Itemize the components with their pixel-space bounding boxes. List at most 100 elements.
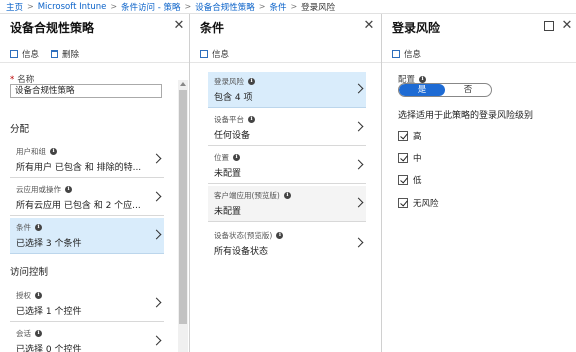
info-icon: i bbox=[65, 186, 72, 193]
breadcrumb-separator-icon: > bbox=[290, 2, 298, 11]
nav-item-label-text: 条件 bbox=[16, 223, 31, 232]
checkbox-medium[interactable] bbox=[398, 153, 408, 163]
nav-item-value: 任何设备 bbox=[214, 131, 251, 141]
breadcrumb-separator-icon: > bbox=[27, 2, 34, 11]
nav-item-label: 客户端应用(预览版) i bbox=[214, 190, 348, 201]
breadcrumb: 主页 > Microsoft Intune > 条件访问 - 策略 > 设备合规… bbox=[0, 0, 576, 14]
conditions-blade-title: 条件 bbox=[200, 21, 225, 35]
info-button-label: 信息 bbox=[212, 49, 230, 60]
chevron-right-icon bbox=[353, 83, 364, 94]
breadcrumb-separator-icon: > bbox=[110, 2, 118, 11]
nav-item-label: 登录风险 i bbox=[214, 76, 348, 87]
nav-item-value: 未配置 bbox=[214, 207, 242, 217]
checkbox-high[interactable] bbox=[398, 131, 408, 141]
scroll-thumb[interactable] bbox=[179, 90, 187, 324]
risk-option-medium[interactable]: 中 bbox=[398, 152, 422, 164]
scrollbar[interactable] bbox=[178, 80, 188, 352]
close-icon[interactable]: ✕ bbox=[172, 19, 186, 33]
scroll-up-icon[interactable] bbox=[180, 82, 186, 86]
info-button[interactable]: 信息 bbox=[392, 48, 421, 60]
nav-item-value: 所有云应用 已包含 和 2 个应... bbox=[16, 201, 141, 211]
nav-item-label: 设备平台 i bbox=[214, 114, 348, 125]
nav-item-value: 已选择 0 个控件 bbox=[16, 345, 82, 352]
chevron-right-icon bbox=[353, 197, 364, 208]
nav-item-cloud-apps[interactable]: 云应用或操作 i 所有云应用 已包含 和 2 个应... bbox=[10, 180, 164, 216]
nav-item-device-state[interactable]: 设备状态(预览版) i 所有设备状态 bbox=[208, 226, 366, 262]
breadcrumb-conditions[interactable]: 条件 bbox=[269, 1, 286, 13]
delete-button[interactable]: 删除 bbox=[51, 48, 79, 60]
risk-option-low[interactable]: 低 bbox=[398, 174, 422, 186]
toggle-no[interactable]: 否 bbox=[445, 84, 491, 96]
chevron-right-icon bbox=[151, 153, 162, 164]
info-icon: i bbox=[419, 75, 427, 83]
chevron-right-icon bbox=[151, 191, 162, 202]
chevron-right-icon bbox=[151, 297, 162, 308]
nav-item-label: 会话 i bbox=[16, 328, 146, 339]
nav-item-label-text: 位置 bbox=[214, 153, 229, 162]
info-icon: i bbox=[50, 148, 57, 155]
nav-item-locations[interactable]: 位置 i 未配置 bbox=[208, 148, 366, 184]
info-icon: i bbox=[248, 78, 255, 85]
info-icon bbox=[10, 49, 18, 58]
nav-item-session[interactable]: 会话 i 已选择 0 个控件 bbox=[10, 324, 164, 352]
nav-item-label-text: 设备状态(预览版) bbox=[214, 231, 273, 240]
risk-level-instruction: 选择适用于此策略的登录风险级别 bbox=[398, 111, 534, 121]
nav-item-label-text: 用户和组 bbox=[16, 147, 46, 156]
checkbox-low[interactable] bbox=[398, 175, 408, 185]
nav-item-label: 条件 i bbox=[16, 222, 146, 233]
close-icon[interactable]: ✕ bbox=[362, 19, 376, 33]
info-button[interactable]: 信息 bbox=[10, 48, 39, 60]
chevron-right-icon bbox=[353, 159, 364, 170]
policy-toolbar: 信息 删除 bbox=[0, 45, 189, 63]
configure-toggle[interactable]: 是 否 bbox=[398, 83, 492, 97]
risk-option-no-risk[interactable]: 无风险 bbox=[398, 197, 439, 209]
chevron-right-icon bbox=[151, 229, 162, 240]
breadcrumb-policy[interactable]: 设备合规性策略 bbox=[195, 1, 255, 13]
checkbox-label: 无风险 bbox=[413, 199, 439, 209]
nav-item-sign-in-risk[interactable]: 登录风险 i 包含 4 项 bbox=[208, 72, 366, 108]
nav-item-value: 已选择 1 个控件 bbox=[16, 307, 82, 317]
breadcrumb-ca-policies[interactable]: 条件访问 - 策略 bbox=[121, 1, 180, 13]
delete-button-label: 删除 bbox=[62, 49, 80, 60]
chevron-right-icon bbox=[151, 335, 162, 346]
nav-item-grant[interactable]: 授权 i 已选择 1 个控件 bbox=[10, 286, 164, 322]
nav-item-value: 包含 4 项 bbox=[214, 93, 253, 103]
conditions-blade: 条件 ✕ 信息 登录风险 i 包含 4 项 设备平台 i 任何设备 位置 i 未配置 … bbox=[190, 14, 382, 352]
info-icon: i bbox=[276, 232, 284, 239]
sign-in-risk-blade-title: 登录风险 bbox=[392, 21, 441, 35]
maximize-icon[interactable] bbox=[544, 21, 554, 31]
nav-item-conditions[interactable]: 条件 i 已选择 3 个条件 bbox=[10, 218, 164, 254]
nav-item-label: 设备状态(预览版) i bbox=[214, 230, 348, 241]
breadcrumb-intune[interactable]: Microsoft Intune bbox=[38, 2, 107, 12]
policy-blade: 设备合规性策略 ✕ 信息 删除 * 名称 设备合规性策略 分配 用户和组 i 所有用… bbox=[0, 14, 190, 352]
trash-icon bbox=[51, 49, 59, 58]
checkbox-label: 高 bbox=[413, 132, 422, 142]
nav-item-client-apps[interactable]: 客户端应用(预览版) i 未配置 bbox=[208, 186, 366, 222]
close-icon[interactable]: ✕ bbox=[560, 19, 574, 33]
checkbox-no-risk[interactable] bbox=[398, 198, 408, 208]
breadcrumb-home[interactable]: 主页 bbox=[6, 1, 23, 13]
sign-in-risk-toolbar: 信息 bbox=[382, 45, 576, 63]
nav-item-value: 所有用户 已包含 和 排除的特... bbox=[16, 163, 142, 173]
info-button-label: 信息 bbox=[404, 49, 422, 60]
nav-item-label-text: 客户端应用(预览版) bbox=[214, 191, 280, 200]
name-input[interactable]: 设备合规性策略 bbox=[10, 84, 162, 98]
info-button[interactable]: 信息 bbox=[200, 48, 229, 60]
nav-item-label-text: 云应用或操作 bbox=[16, 185, 61, 194]
breadcrumb-separator-icon: > bbox=[184, 2, 192, 11]
nav-item-users-groups[interactable]: 用户和组 i 所有用户 已包含 和 排除的特... bbox=[10, 142, 164, 178]
info-icon: i bbox=[248, 116, 255, 123]
nav-item-value: 已选择 3 个条件 bbox=[16, 239, 82, 249]
nav-item-device-platform[interactable]: 设备平台 i 任何设备 bbox=[208, 110, 366, 146]
policy-blade-title: 设备合规性策略 bbox=[10, 21, 95, 35]
toggle-yes[interactable]: 是 bbox=[399, 84, 445, 96]
info-icon: i bbox=[35, 224, 42, 231]
nav-item-value: 所有设备状态 bbox=[214, 247, 269, 257]
nav-item-label: 位置 i bbox=[214, 152, 348, 163]
nav-item-label-text: 设备平台 bbox=[214, 115, 244, 124]
checkbox-label: 中 bbox=[413, 154, 422, 164]
chevron-right-icon bbox=[353, 237, 364, 248]
nav-item-label: 云应用或操作 i bbox=[16, 184, 146, 195]
risk-option-high[interactable]: 高 bbox=[398, 130, 422, 142]
breadcrumb-separator-icon: > bbox=[258, 2, 266, 11]
